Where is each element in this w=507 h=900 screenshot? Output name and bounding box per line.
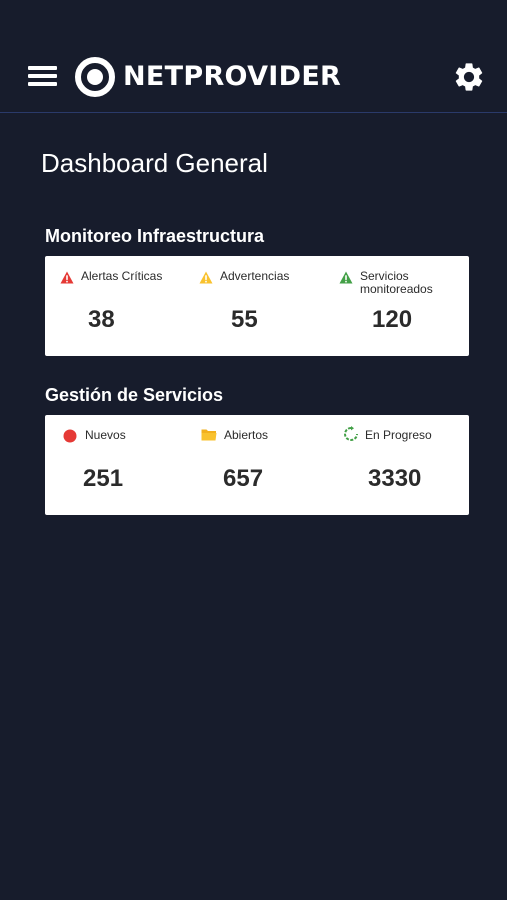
gear-icon[interactable] (452, 60, 486, 94)
stat-value: 120 (372, 306, 413, 333)
stat-abiertos[interactable]: Abiertos 657 (201, 415, 331, 515)
stat-alertas-criticas[interactable]: Alertas Críticas 38 (60, 256, 190, 356)
stat-en-progreso[interactable]: En Progreso 3330 (343, 415, 465, 515)
page-title: Dashboard General (41, 148, 268, 178)
stat-value: 251 (83, 465, 124, 492)
infraestructura-card: Alertas Críticas 38 Advertencias 55 Serv… (45, 256, 469, 356)
stat-servicios-monitoreados[interactable]: Servicios monitoreados 120 (339, 256, 464, 356)
folder-open-icon (201, 429, 217, 441)
section-title-gestion-servicios: Gestión de Servicios (45, 385, 224, 405)
stat-label: Abiertos (224, 428, 269, 442)
warning-triangle-icon (199, 271, 213, 284)
hamburger-menu-icon[interactable] (28, 66, 58, 88)
stat-label: Advertencias (220, 269, 290, 283)
stat-advertencias[interactable]: Advertencias 55 (199, 256, 329, 356)
circle-icon (63, 429, 77, 443)
stat-value: 3330 (368, 465, 422, 492)
stat-label: Nuevos (85, 428, 126, 442)
stat-label: Servicios monitoreados (360, 270, 433, 296)
stat-value: 38 (88, 306, 115, 333)
target-logo-icon (75, 57, 115, 97)
stat-label: En Progreso (365, 428, 432, 442)
refresh-icon (344, 426, 358, 441)
stat-value: 55 (231, 306, 258, 333)
servicios-card: Nuevos 251 Abiertos 657 En Progreso 3330 (45, 415, 469, 515)
app-header: NETPROVIDER (0, 0, 507, 113)
section-title-infraestructura: Monitoreo Infraestructura (45, 226, 265, 246)
stat-label-line: monitoreados (360, 282, 433, 296)
stat-label: Alertas Críticas (81, 269, 163, 283)
warning-triangle-icon (60, 271, 74, 284)
brand-name: NETPROVIDER (123, 61, 342, 92)
stat-nuevos[interactable]: Nuevos 251 (63, 415, 193, 515)
warning-triangle-icon (339, 271, 353, 284)
stat-value: 657 (223, 465, 264, 492)
